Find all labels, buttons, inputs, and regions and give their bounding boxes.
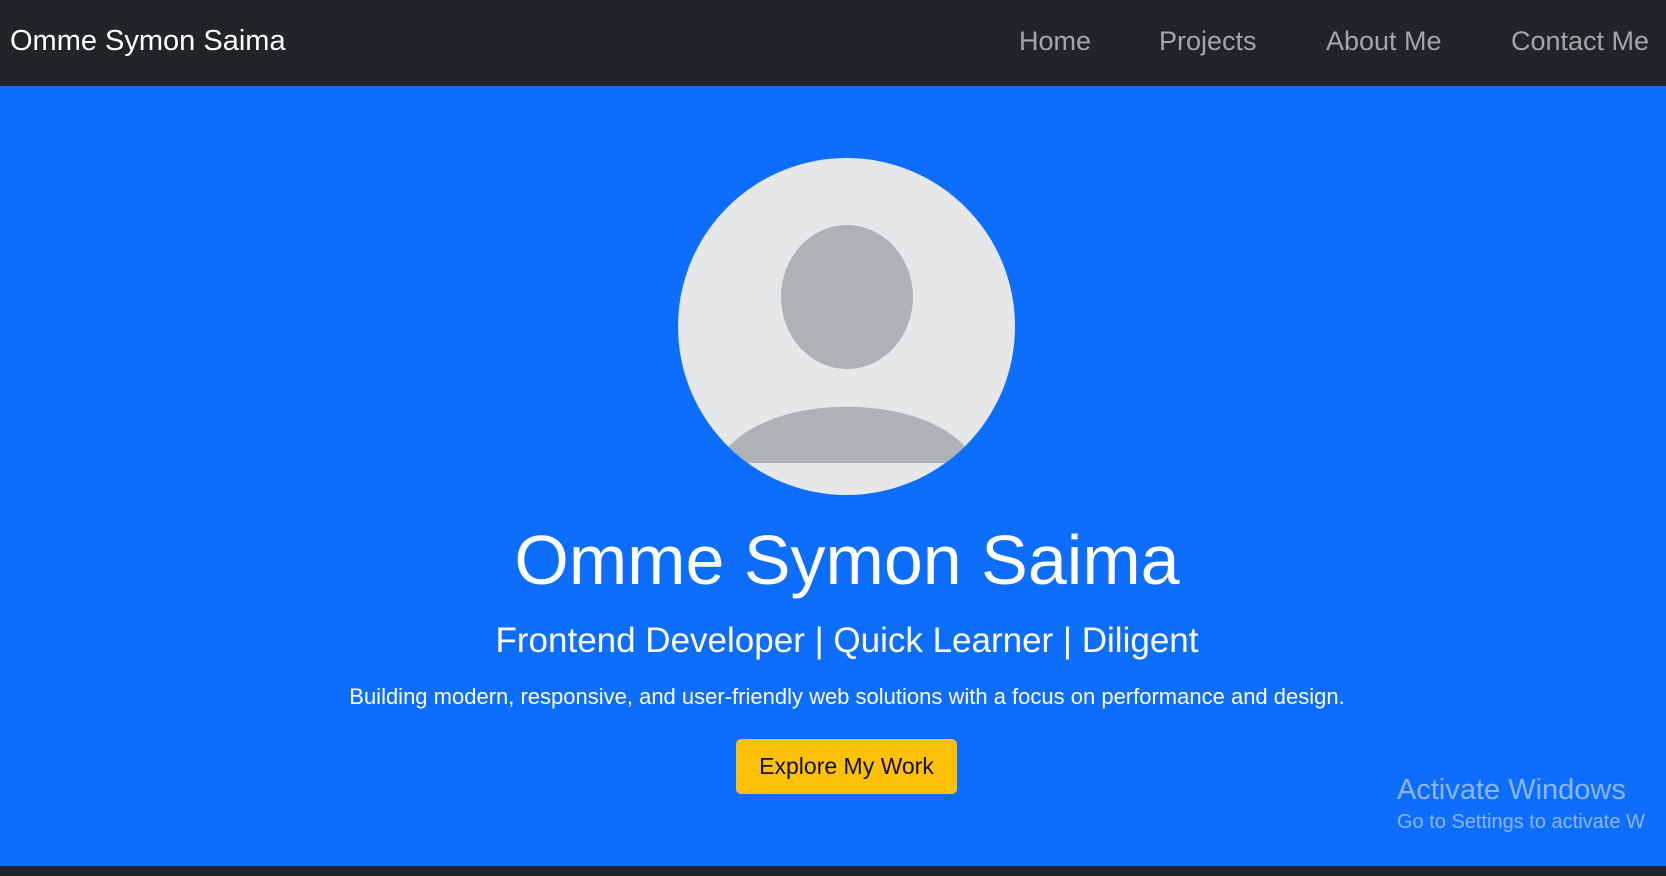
nav-link-home[interactable]: Home <box>1019 22 1091 60</box>
nav-link-about-me[interactable]: About Me <box>1326 22 1442 60</box>
footer-edge <box>0 866 1666 876</box>
user-avatar-placeholder-icon <box>678 158 1015 495</box>
hero-name: Omme Symon Saima <box>514 521 1180 599</box>
navbar-brand[interactable]: Omme Symon Saima <box>10 22 286 60</box>
navbar: Omme Symon Saima Home Projects About Me … <box>0 0 1666 86</box>
nav-link-contact-me[interactable]: Contact Me <box>1511 22 1649 60</box>
watermark-title: Activate Windows <box>1397 774 1626 806</box>
portfolio-page: Omme Symon Saima Home Projects About Me … <box>0 0 1666 876</box>
activate-windows-watermark: Activate Windows Go to Settings to activ… <box>1397 772 1645 836</box>
hero-description: Building modern, responsive, and user-fr… <box>349 684 1345 709</box>
watermark-subtitle: Go to Settings to activate W <box>1397 811 1645 833</box>
hero-tagline: Frontend Developer | Quick Learner | Dil… <box>495 621 1199 660</box>
explore-my-work-button[interactable]: Explore My Work <box>736 739 957 794</box>
nav-link-projects[interactable]: Projects <box>1159 22 1257 60</box>
